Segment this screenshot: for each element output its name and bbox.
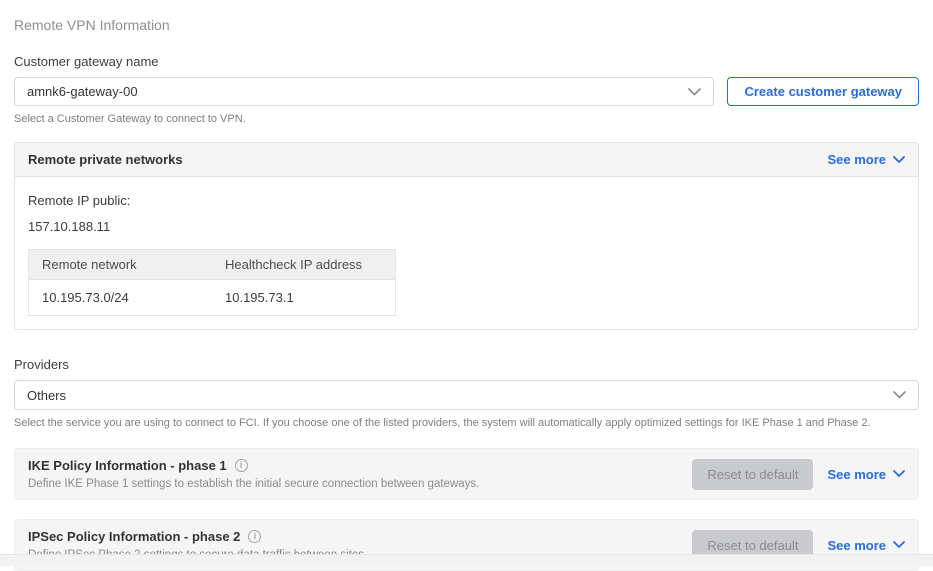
remote-ip-public-value: 157.10.188.11: [28, 219, 111, 234]
remote-networks-table: Remote network Healthcheck IP address 10…: [28, 249, 396, 316]
providers-label: Providers: [14, 357, 69, 372]
chevron-down-icon: [893, 155, 905, 164]
remote-private-networks-body: Remote IP public: 157.10.188.11 Remote n…: [15, 177, 918, 329]
ike-see-more[interactable]: See more: [827, 467, 905, 482]
see-more-label: See more: [827, 152, 886, 167]
remote-private-networks-panel: Remote private networks See more Remote …: [14, 142, 919, 330]
customer-gateway-selected-value: amnk6-gateway-00: [27, 84, 138, 99]
remote-private-networks-see-more[interactable]: See more: [827, 152, 905, 167]
column-header-remote-network: Remote network: [28, 249, 212, 280]
providers-selected-value: Others: [27, 387, 67, 403]
bottom-divider-bar: [0, 554, 933, 566]
ike-policy-description: Define IKE Phase 1 settings to establish…: [28, 478, 480, 490]
customer-gateway-row: amnk6-gateway-00 Create customer gateway: [14, 77, 919, 106]
customer-gateway-helper: Select a Customer Gateway to connect to …: [14, 113, 246, 125]
customer-gateway-label: Customer gateway name: [14, 54, 159, 69]
ipsec-see-more[interactable]: See more: [827, 538, 905, 553]
remote-private-networks-header: Remote private networks See more: [15, 143, 918, 177]
table-header-row: Remote network Healthcheck IP address: [28, 249, 396, 280]
providers-helper: Select the service you are using to conn…: [14, 417, 871, 429]
remote-vpn-form: Remote VPN Information Customer gateway …: [0, 0, 933, 571]
ike-reset-to-default-button[interactable]: Reset to default: [692, 458, 814, 490]
see-more-label: See more: [827, 537, 886, 553]
info-icon[interactable]: i: [234, 459, 248, 472]
providers-select[interactable]: Others: [14, 380, 919, 410]
chevron-down-icon: [893, 470, 905, 478]
cell-remote-network: 10.195.73.0/24: [28, 279, 212, 316]
create-customer-gateway-button[interactable]: Create customer gateway: [727, 77, 919, 106]
cell-healthcheck-ip: 10.195.73.1: [212, 279, 396, 316]
ike-policy-title: IKE Policy Information - phase 1: [28, 458, 227, 473]
chevron-down-icon: [893, 541, 905, 549]
ipsec-policy-title: IPSec Policy Information - phase 2: [28, 529, 241, 544]
remote-ip-public-label: Remote IP public:: [28, 193, 131, 208]
info-icon[interactable]: i: [248, 530, 262, 543]
see-more-label: See more: [827, 466, 886, 482]
ike-policy-panel: IKE Policy Information - phase 1 i Defin…: [14, 448, 919, 500]
column-header-healthcheck-ip: Healthcheck IP address: [212, 249, 396, 280]
ike-policy-actions: Reset to default See more: [692, 458, 905, 490]
customer-gateway-select[interactable]: amnk6-gateway-00: [14, 77, 715, 106]
chevron-down-icon: [893, 391, 906, 399]
ike-policy-text: IKE Policy Information - phase 1 i Defin…: [28, 458, 479, 490]
table-row: 10.195.73.0/24 10.195.73.1: [28, 279, 396, 316]
remote-private-networks-title: Remote private networks: [28, 152, 183, 167]
chevron-down-icon: [688, 87, 702, 96]
page-title: Remote VPN Information: [14, 17, 170, 33]
